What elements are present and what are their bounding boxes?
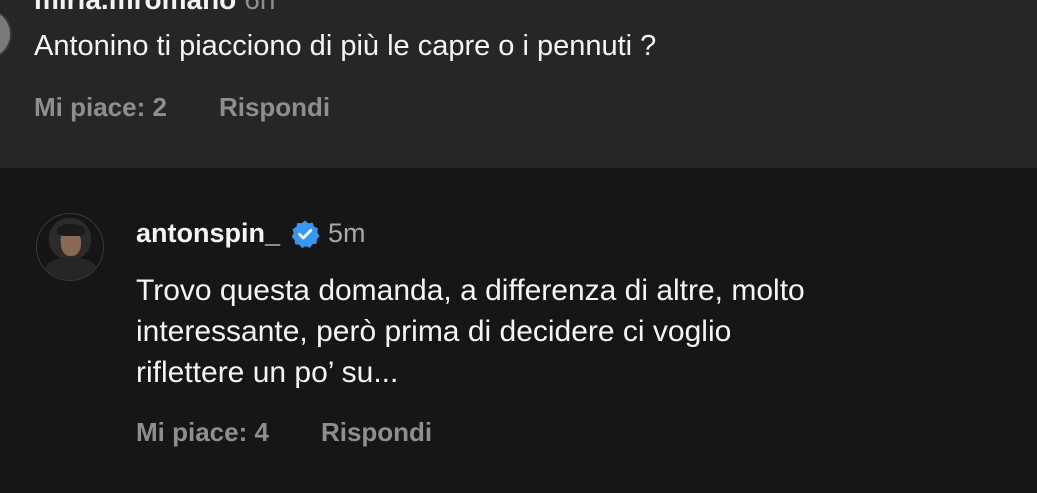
avatar[interactable]: [0, 10, 12, 58]
comments-screen: miria.mromano 6h Antonino ti piacciono di…: [0, 0, 1037, 493]
parent-comment: miria.mromano 6h Antonino ti piacciono di…: [0, 0, 1037, 168]
verified-badge-icon: [290, 219, 320, 249]
reply-button[interactable]: Rispondi: [219, 92, 330, 123]
avatar-hair-shape: [57, 224, 85, 236]
comment-actions: Mi piace: 4 Rispondi: [136, 417, 432, 448]
comment-text: Antonino ti piacciono di più le capre o …: [34, 30, 657, 62]
comment-text-line: interessante, però prima di decidere ci …: [136, 315, 732, 348]
reply-header: antonspin_ 5m: [136, 218, 366, 249]
avatar-body-shape: [45, 258, 97, 280]
like-count[interactable]: Mi piace: 2: [34, 92, 167, 123]
avatar[interactable]: [36, 213, 104, 281]
comment-text-line: riflettere un po’ su...: [136, 356, 399, 389]
username-text[interactable]: miria.mromano: [34, 0, 236, 15]
comment-text-line: Trovo questa domanda, a differenza di al…: [136, 274, 805, 307]
comment-time: 6h: [244, 0, 275, 15]
comment-actions: Mi piace: 2 Rispondi: [34, 92, 330, 123]
reply-button[interactable]: Rispondi: [321, 417, 432, 448]
comment-username[interactable]: antonspin_: [136, 218, 280, 249]
like-count[interactable]: Mi piace: 4: [136, 417, 269, 448]
comment-text: Trovo questa domanda, a differenza di al…: [136, 270, 1016, 393]
comment-time: 5m: [328, 218, 366, 248]
comment-username[interactable]: miria.mromano 6h: [34, 0, 275, 16]
